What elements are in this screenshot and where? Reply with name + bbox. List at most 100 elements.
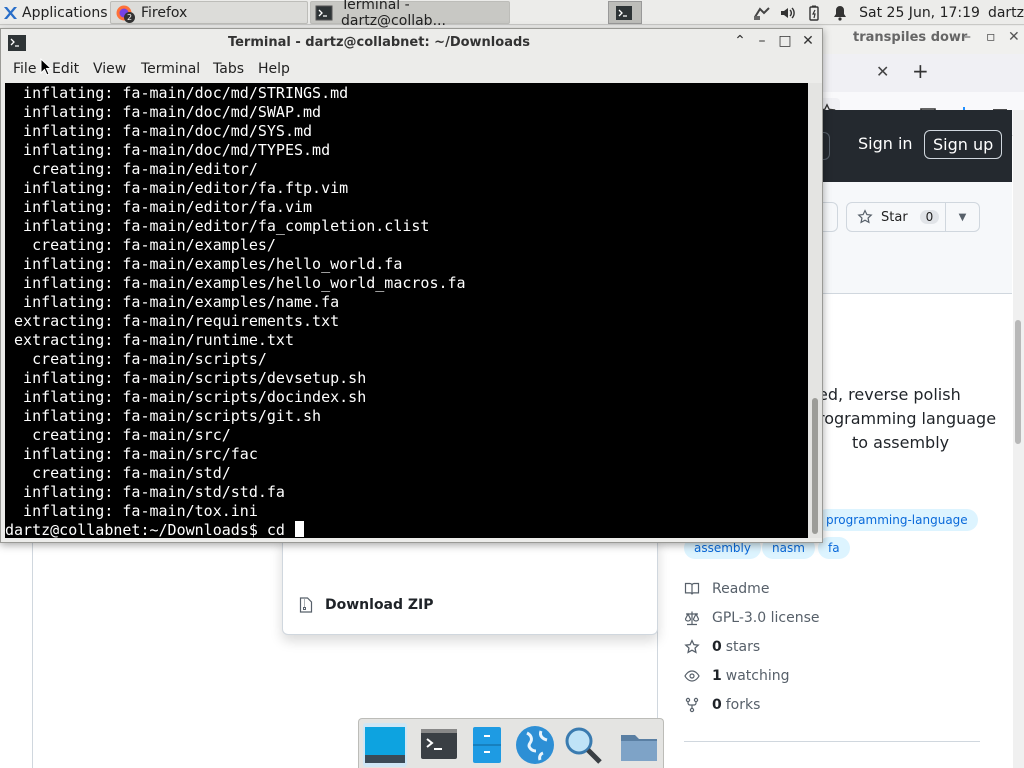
- code-dropdown-menu: Download ZIP: [282, 537, 658, 635]
- globe-icon: [516, 726, 554, 764]
- new-tab-icon[interactable]: +: [912, 59, 929, 83]
- prompt-symbol: $: [248, 521, 267, 538]
- chevron-down-icon: ▼: [958, 211, 967, 223]
- stars-link[interactable]: 0 stars: [684, 639, 760, 655]
- repo-about: ed, reverse polish rogramming language t…: [818, 383, 1018, 455]
- readme-link[interactable]: Readme: [684, 581, 769, 597]
- menu-help[interactable]: Help: [258, 61, 290, 77]
- dock-folder[interactable]: [617, 723, 661, 767]
- sidebar-divider: [684, 741, 980, 742]
- watching-count: 1: [712, 668, 722, 684]
- terminal-output-line: extracting: fa-main/requirements.txt: [5, 312, 340, 330]
- sign-in-link[interactable]: Sign in: [858, 134, 913, 153]
- applications-label: Applications: [22, 4, 108, 21]
- magnifier-icon: [565, 727, 602, 764]
- taskbar-firefox[interactable]: 2 Firefox: [110, 1, 308, 24]
- maximize-icon[interactable]: □: [777, 33, 793, 49]
- terminal-output-line: inflating: fa-main/editor/fa.ftp.vim: [5, 179, 349, 197]
- file-zip-icon: [299, 597, 313, 613]
- watching-link[interactable]: 1 watching: [684, 668, 790, 684]
- terminal-titlebar[interactable]: Terminal - dartz@collabnet: ~/Downloads …: [1, 29, 822, 57]
- dock-show-desktop[interactable]: [363, 723, 407, 767]
- law-icon: [684, 611, 700, 626]
- text-cursor: [295, 521, 304, 537]
- prompt-sep: :: [140, 521, 150, 538]
- close-icon[interactable]: ✕: [800, 33, 816, 49]
- maximize-icon[interactable]: ▫: [986, 29, 996, 45]
- terminal-output-line: inflating: fa-main/scripts/git.sh: [5, 407, 322, 425]
- terminal-output-line: inflating: fa-main/editor/fa_completion.…: [5, 217, 430, 235]
- menu-edit[interactable]: Edit: [52, 61, 79, 77]
- firefox-icon: 2: [115, 4, 135, 23]
- prompt-path: ~/Downloads: [149, 521, 249, 538]
- terminal-icon: [315, 4, 333, 22]
- workspace-pager[interactable]: [608, 1, 642, 24]
- xfce-mouse-icon: [4, 6, 17, 19]
- terminal-output-line: inflating: fa-main/doc/md/TYPES.md: [5, 141, 331, 159]
- forks-link[interactable]: 0 forks: [684, 697, 760, 713]
- menu-terminal[interactable]: Terminal: [141, 61, 200, 77]
- notification-bell-icon[interactable]: [831, 4, 849, 22]
- taskbar-terminal[interactable]: Terminal - dartz@collab...: [310, 0, 510, 29]
- download-zip-label: Download ZIP: [325, 597, 434, 613]
- terminal-output-line: inflating: fa-main/editor/fa.vim: [5, 198, 313, 216]
- terminal-output-line: creating: fa-main/scripts/: [5, 350, 267, 368]
- terminal-window-title: Terminal - dartz@collabnet: ~/Downloads: [227, 35, 531, 50]
- terminal-scrollbar[interactable]: [808, 83, 822, 538]
- dock-search[interactable]: [561, 723, 605, 767]
- close-icon[interactable]: ✕: [1008, 29, 1020, 45]
- terminal-output-line: creating: fa-main/std/: [5, 464, 231, 482]
- firefox-window-title: transpiles dowr: [853, 30, 968, 45]
- topic-tag[interactable]: programming-language: [816, 509, 978, 531]
- command-input[interactable]: cd: [267, 521, 294, 538]
- terminal-output-line: inflating: fa-main/examples/name.fa: [5, 293, 340, 311]
- terminal-output-line: inflating: fa-main/examples/hello_world_…: [5, 274, 466, 292]
- terminal-output-line: inflating: fa-main/doc/md/STRINGS.md: [5, 84, 349, 102]
- license-label: GPL-3.0 license: [712, 610, 820, 626]
- stars-label: stars: [725, 639, 761, 655]
- minimize-icon[interactable]: –: [964, 29, 971, 45]
- about-line: ed, reverse polish: [818, 385, 961, 404]
- minimize-icon[interactable]: –: [754, 33, 770, 49]
- star-icon: [684, 639, 700, 654]
- star-button[interactable]: Star 0: [846, 202, 946, 232]
- watching-label: watching: [725, 668, 790, 684]
- sign-up-button[interactable]: Sign up: [924, 130, 1003, 159]
- forks-count: 0: [712, 697, 722, 713]
- download-zip-item[interactable]: Download ZIP: [299, 597, 434, 613]
- shade-chevron-icon[interactable]: ⌃: [732, 33, 748, 49]
- terminal-output-line: inflating: fa-main/doc/md/SYS.md: [5, 122, 313, 140]
- clock[interactable]: Sat 25 Jun, 17:19: [859, 5, 980, 21]
- dock-web-browser[interactable]: [513, 723, 557, 767]
- book-icon: [684, 582, 700, 595]
- stars-count: 0: [712, 639, 722, 655]
- top-panel: Applications 2 Firefox Terminal - dartz@…: [0, 0, 1024, 29]
- star-dropdown-button[interactable]: ▼: [946, 202, 980, 232]
- applications-menu[interactable]: Applications: [2, 1, 110, 24]
- tab-close-icon[interactable]: ✕: [876, 62, 889, 81]
- network-icon[interactable]: [753, 4, 771, 22]
- menu-file[interactable]: File: [13, 61, 36, 77]
- star-label: Star: [881, 209, 908, 225]
- star-count: 0: [919, 210, 940, 224]
- folder-icon: [621, 735, 657, 761]
- mouse-pointer-icon: [40, 58, 52, 76]
- terminal-scrollbar-thumb[interactable]: [812, 398, 818, 534]
- terminal-output-line: inflating: fa-main/examples/hello_world.…: [5, 255, 403, 273]
- user-menu[interactable]: dartz: [988, 5, 1024, 21]
- dock-file-manager[interactable]: [465, 723, 509, 767]
- terminal-screen[interactable]: inflating: fa-main/doc/md/STRINGS.md inf…: [5, 83, 808, 538]
- battery-icon[interactable]: [805, 4, 823, 22]
- file-cabinet-icon: [473, 727, 501, 763]
- menu-tabs[interactable]: Tabs: [213, 61, 244, 77]
- terminal-output-line: creating: fa-main/src/: [5, 426, 231, 444]
- page-scrollbar-thumb[interactable]: [1015, 320, 1021, 444]
- license-link[interactable]: GPL-3.0 license: [684, 610, 819, 626]
- menu-view[interactable]: View: [93, 61, 126, 77]
- terminal-output-line: creating: fa-main/editor/: [5, 160, 258, 178]
- volume-icon[interactable]: [779, 4, 797, 22]
- dock-terminal[interactable]: [417, 723, 461, 767]
- page-scrollbar[interactable]: [1013, 110, 1024, 768]
- about-line: to assembly: [852, 433, 950, 452]
- terminal-output-line: extracting: fa-main/runtime.txt: [5, 331, 294, 349]
